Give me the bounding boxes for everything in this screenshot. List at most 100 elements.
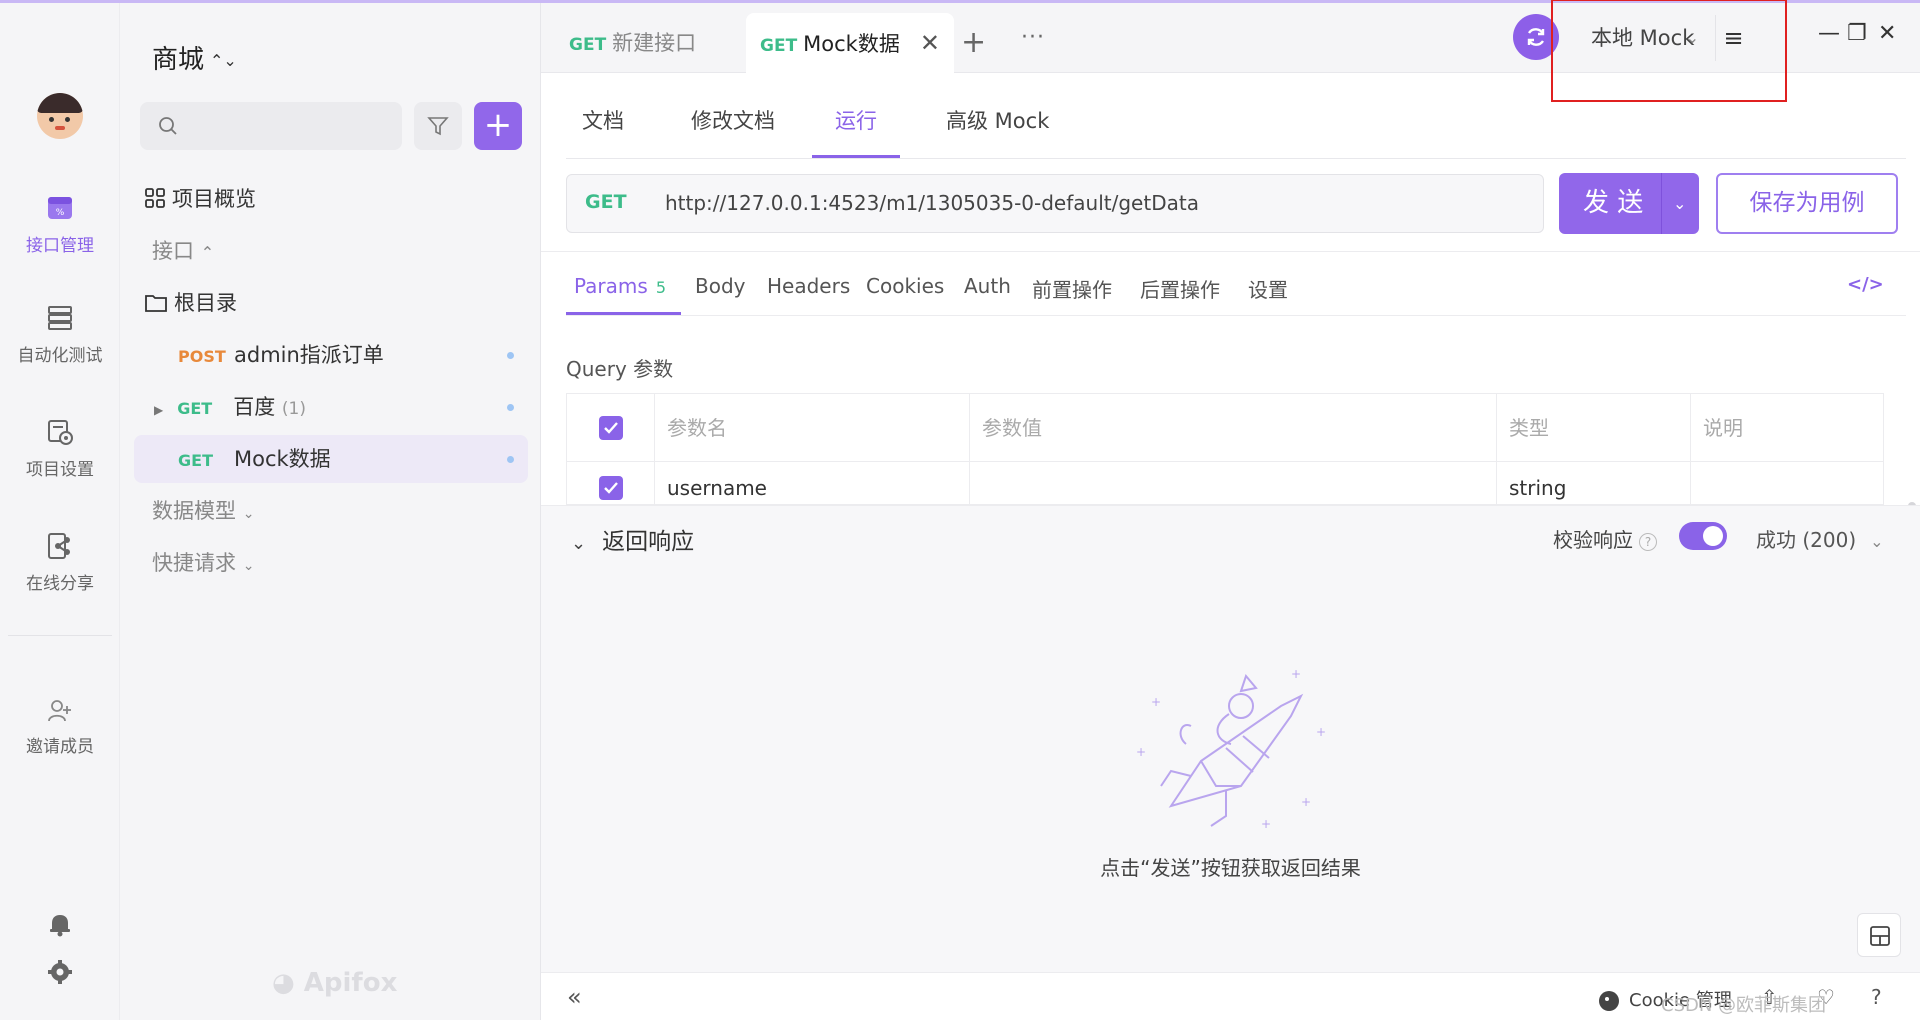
subtab-edit-docs[interactable]: 修改文档 bbox=[691, 105, 775, 135]
filter-button[interactable] bbox=[414, 102, 462, 150]
param-type-field[interactable]: string bbox=[1497, 462, 1691, 504]
req-tab-body[interactable]: Body bbox=[695, 274, 746, 298]
rail-item-automation[interactable]: 自动化测试 bbox=[0, 303, 120, 366]
svg-text:+: + bbox=[1261, 817, 1271, 831]
quick-request-group[interactable]: 快捷请求 ⌄ bbox=[134, 539, 528, 587]
settings-gear-icon[interactable] bbox=[46, 958, 74, 986]
rail-item-project-settings[interactable]: 项目设置 bbox=[0, 417, 120, 480]
api-name: 百度 bbox=[233, 395, 276, 419]
subtab-run[interactable]: 运行 bbox=[835, 105, 877, 135]
rail-item-label: 接口管理 bbox=[26, 236, 94, 256]
send-label: 发 送 bbox=[1583, 188, 1644, 218]
url-input[interactable]: GET http://127.0.0.1:4523/m1/1305035-0-d… bbox=[566, 174, 1544, 233]
row-select-cell[interactable] bbox=[567, 462, 655, 504]
code-icon[interactable]: </> bbox=[1847, 274, 1884, 295]
req-tab-params[interactable]: Params 5 bbox=[574, 274, 666, 298]
split-divider bbox=[1661, 173, 1662, 234]
help-icon[interactable]: ? bbox=[1871, 985, 1882, 1009]
tab-label: 新建接口 bbox=[612, 31, 697, 55]
new-tab-button[interactable]: + bbox=[961, 25, 986, 60]
chevron-down-icon: ⌄ bbox=[242, 506, 255, 522]
overview-label: 项目概览 bbox=[172, 187, 256, 211]
svg-text:+: + bbox=[1316, 725, 1326, 739]
more-icon[interactable]: ··· bbox=[1021, 25, 1045, 50]
request-tabs: Params 5 Body Headers Cookies Auth 前置操作 后… bbox=[541, 251, 1920, 618]
tree-item-api[interactable]: ▶ GET 百度 (1) bbox=[134, 383, 528, 431]
response-toggle[interactable]: ⌄ 返回响应 bbox=[571, 522, 694, 556]
checkbox[interactable] bbox=[599, 476, 623, 500]
avatar[interactable] bbox=[37, 93, 83, 139]
rail-divider bbox=[8, 635, 112, 636]
collapse-sidebar-icon[interactable]: « bbox=[567, 983, 582, 1011]
caret-right-icon[interactable]: ▶ bbox=[154, 403, 163, 417]
params-count-badge: 5 bbox=[655, 278, 666, 297]
send-button[interactable]: 发 送 ⌄ bbox=[1559, 173, 1699, 234]
tab-label: Mock数据 bbox=[803, 32, 900, 56]
status-dot bbox=[507, 352, 514, 359]
layout-icon bbox=[1870, 926, 1890, 946]
query-params-label: Query 参数 bbox=[566, 357, 674, 381]
req-tab-pre-ops[interactable]: 前置操作 bbox=[1032, 274, 1112, 303]
project-overview-item[interactable]: 项目概览 bbox=[134, 175, 528, 223]
project-switcher[interactable]: 商城 ⌃⌄ bbox=[152, 39, 237, 76]
param-name-field[interactable]: username bbox=[655, 462, 970, 504]
chevron-down-icon[interactable]: ⌄ bbox=[1673, 173, 1686, 234]
subtab-advanced-mock[interactable]: 高级 Mock bbox=[946, 105, 1049, 135]
layout-toggle-button[interactable] bbox=[1857, 913, 1901, 957]
tree-item-api[interactable]: POST admin指派订单 bbox=[134, 331, 528, 379]
chevron-updown-icon: ⌃⌄ bbox=[210, 51, 237, 70]
interfaces-group-header[interactable]: 接口 ⌃ bbox=[134, 227, 528, 275]
rail-item-share[interactable]: 在线分享 bbox=[0, 531, 120, 594]
minimize-icon[interactable]: — bbox=[1818, 21, 1840, 46]
close-icon[interactable]: ✕ bbox=[920, 29, 940, 57]
req-tab-post-ops[interactable]: 后置操作 bbox=[1140, 274, 1220, 303]
tab-bar: GET 新建接口 GET Mock数据 ✕ + ··· 本地 Mock ⌄ ≡ — ❐ … bbox=[541, 0, 1920, 102]
bell-icon[interactable] bbox=[46, 910, 74, 938]
svg-text:+: + bbox=[1136, 745, 1146, 759]
close-window-icon[interactable]: ✕ bbox=[1878, 21, 1896, 46]
search-icon bbox=[159, 117, 177, 135]
param-value-field[interactable] bbox=[970, 462, 1497, 504]
folder-icon bbox=[145, 295, 167, 312]
rail-item-api-management[interactable]: % 接口管理 bbox=[0, 193, 120, 256]
req-tab-headers[interactable]: Headers bbox=[767, 274, 850, 298]
add-button[interactable]: + bbox=[474, 102, 522, 150]
plus-icon: + bbox=[483, 105, 513, 145]
active-subtab-indicator bbox=[812, 155, 900, 158]
grid-icon bbox=[145, 188, 165, 208]
cookie-icon bbox=[1599, 991, 1619, 1011]
method-badge: POST bbox=[178, 347, 226, 366]
sync-icon bbox=[1527, 28, 1545, 46]
svg-text:+: + bbox=[1301, 795, 1311, 809]
validate-toggle[interactable] bbox=[1679, 522, 1727, 550]
select-all-cell[interactable] bbox=[567, 394, 655, 462]
tab-mock-data[interactable]: GET Mock数据 ✕ bbox=[746, 13, 954, 73]
sub-tabs: 文档 修改文档 运行 高级 Mock bbox=[566, 83, 1906, 159]
interfaces-label: 接口 bbox=[152, 239, 194, 263]
tree-item-api-selected[interactable]: GET Mock数据 bbox=[134, 435, 528, 483]
response-status-select[interactable]: 成功 (200) ⌄ bbox=[1756, 524, 1884, 553]
search-input[interactable] bbox=[140, 102, 402, 150]
app-rail: % 接口管理 自动化测试 项目设置 在线分享 邀请成员 bbox=[0, 3, 120, 1020]
subtab-docs[interactable]: 文档 bbox=[582, 105, 624, 135]
chevron-down-icon: ⌄ bbox=[242, 558, 255, 574]
tab-new-interface[interactable]: GET 新建接口 bbox=[569, 13, 696, 73]
restore-icon[interactable]: ❐ bbox=[1847, 21, 1867, 46]
help-icon[interactable]: ? bbox=[1639, 532, 1657, 551]
project-settings-icon bbox=[48, 420, 73, 445]
data-model-group[interactable]: 数据模型 ⌄ bbox=[134, 487, 528, 535]
request-method[interactable]: GET bbox=[585, 191, 627, 213]
req-tab-settings[interactable]: 设置 bbox=[1248, 274, 1288, 303]
column-header: 参数值 bbox=[970, 394, 1497, 462]
save-as-case-button[interactable]: 保存为用例 bbox=[1716, 173, 1898, 234]
status-footer: « Cookie 管理 ⇧ ♡ ? CSDN @欧菲斯集团 bbox=[541, 972, 1920, 1020]
checkbox[interactable] bbox=[599, 416, 623, 440]
req-tab-auth[interactable]: Auth bbox=[964, 274, 1011, 298]
req-tab-cookies[interactable]: Cookies bbox=[866, 274, 944, 298]
param-desc-field[interactable] bbox=[1691, 462, 1883, 504]
project-name: 商城 bbox=[152, 45, 205, 75]
rail-item-invite[interactable]: 邀请成员 bbox=[0, 698, 120, 757]
folder-root[interactable]: 根目录 bbox=[134, 279, 528, 327]
table-row: username string bbox=[567, 462, 1883, 504]
chevron-down-icon: ⌄ bbox=[1870, 532, 1884, 551]
